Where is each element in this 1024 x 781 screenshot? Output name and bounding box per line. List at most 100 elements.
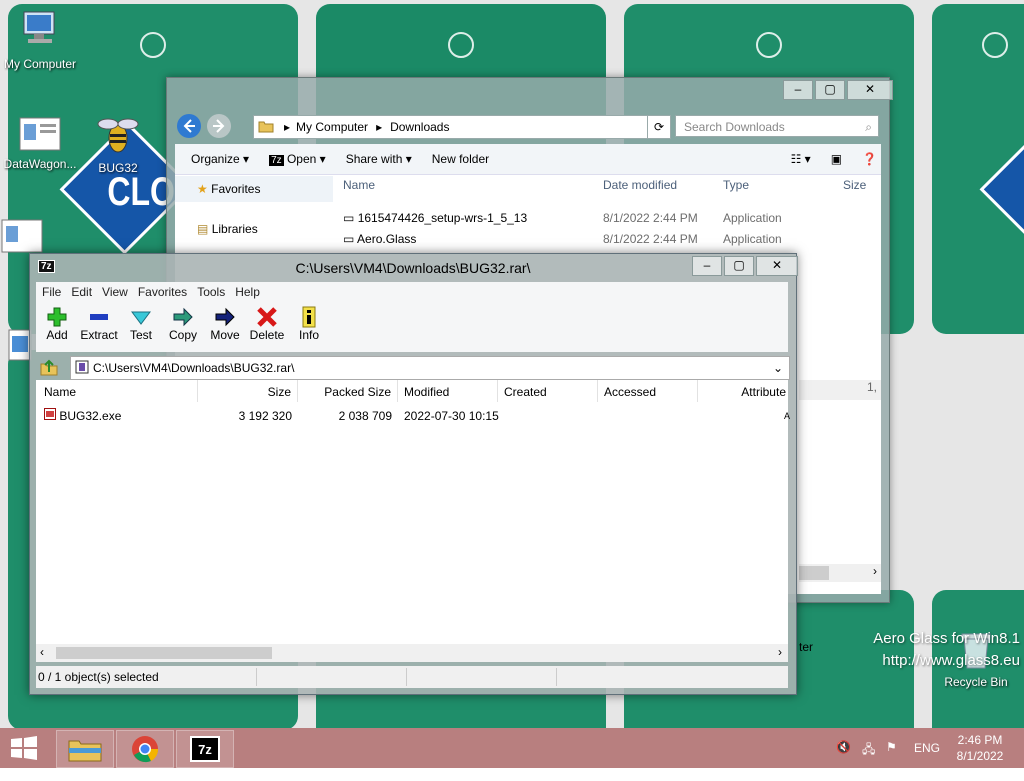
extract-button[interactable]: Extract <box>78 302 120 352</box>
taskbar-7zip[interactable]: 7z <box>176 730 234 768</box>
extract-icon <box>78 302 120 328</box>
title-bar[interactable]: 7z C:\Users\VM4\Downloads\BUG32.rar\ – ▢… <box>30 254 798 280</box>
menu-file[interactable]: File <box>42 285 61 299</box>
column-header-name[interactable]: Name <box>36 380 198 402</box>
7zip-icon: 7z <box>190 736 220 762</box>
executable-icon <box>44 408 59 423</box>
info-button[interactable]: Info <box>288 302 330 352</box>
menu-tools[interactable]: Tools <box>197 285 225 299</box>
menu-help[interactable]: Help <box>235 285 260 299</box>
horizontal-scrollbar[interactable]: ‹ › <box>36 644 788 662</box>
desktop-icon-datawagon[interactable]: DataWagon... <box>0 116 80 171</box>
chevron-right-icon[interactable]: › <box>778 645 782 659</box>
search-input[interactable]: Search Downloads ⌕ <box>675 115 879 137</box>
view-options-icon[interactable]: ☷ ▾ <box>791 152 811 166</box>
scroll-thumb[interactable] <box>56 647 272 659</box>
forward-button[interactable] <box>207 114 231 138</box>
chevron-down-icon[interactable]: ⌄ <box>773 361 783 375</box>
close-button[interactable]: ✕ <box>847 80 893 100</box>
folder-icon <box>258 119 274 136</box>
computer-icon <box>0 10 80 55</box>
delete-button[interactable]: Delete <box>246 302 288 352</box>
nav-item-libraries[interactable]: ▤ Libraries <box>175 216 333 242</box>
column-header-created[interactable]: Created <box>498 380 598 402</box>
explorer-hscroll[interactable]: › <box>799 564 881 582</box>
menu-edit[interactable]: Edit <box>71 285 92 299</box>
minimize-button[interactable]: – <box>692 256 722 276</box>
partial-row: 1, <box>799 380 881 400</box>
maximize-button[interactable]: ▢ <box>724 256 754 276</box>
copy-button[interactable]: Copy <box>162 302 204 352</box>
test-icon <box>120 302 162 328</box>
status-bar: 0 / 1 object(s) selected <box>36 666 788 688</box>
path-input[interactable]: C:\Users\VM4\Downloads\BUG32.rar\ ⌄ <box>70 356 790 380</box>
desktop-icon-bug32[interactable]: BUG32 <box>78 112 158 175</box>
address-bar[interactable]: ▸ My Computer ▸ Downloads ⌄ <box>253 115 669 139</box>
volume-muted-icon[interactable]: 🔇 <box>836 740 851 780</box>
start-button[interactable] <box>0 730 48 766</box>
taskbar-file-explorer[interactable] <box>56 730 114 768</box>
column-header-accessed[interactable]: Accessed <box>598 380 698 402</box>
file-row[interactable]: ▭ Aero.Glass 8/1/2022 2:44 PM Applicatio… <box>343 229 873 249</box>
test-button[interactable]: Test <box>120 302 162 352</box>
7zip-window[interactable]: 7z C:\Users\VM4\Downloads\BUG32.rar\ – ▢… <box>29 253 798 695</box>
table-row[interactable]: BUG32.exe 3 192 320 2 038 709 2022-07-30… <box>36 406 791 426</box>
share-with-button[interactable]: Share with ▾ <box>346 152 412 166</box>
column-header-modified[interactable]: Modified <box>398 380 498 402</box>
preview-pane-icon[interactable]: ▣ <box>831 152 842 166</box>
up-folder-button[interactable] <box>40 358 58 379</box>
taskbar-chrome[interactable] <box>116 730 174 768</box>
file-attributes: A <box>784 411 791 421</box>
column-header-date[interactable]: Date modified <box>603 178 723 200</box>
info-icon <box>288 302 330 328</box>
chrome-icon <box>132 736 159 763</box>
minimize-button[interactable]: – <box>783 80 813 100</box>
clock[interactable]: 2:46 PM 8/1/2022 <box>948 732 1012 772</box>
chevron-left-icon[interactable]: ‹ <box>40 645 44 659</box>
scroll-thumb[interactable] <box>799 566 829 580</box>
partial-status: ter <box>799 640 814 654</box>
wasp-icon <box>78 112 158 159</box>
column-header-name[interactable]: Name <box>343 178 603 200</box>
taskbar: 7z 🔇 🖧 ⚑ ENG 2:46 PM 8/1/2022 <box>0 728 1024 768</box>
window-controls: – ▢ ✕ <box>781 80 893 100</box>
folder-icon <box>68 740 102 762</box>
help-icon[interactable]: ❓ <box>862 152 877 166</box>
column-header-type[interactable]: Type <box>723 178 843 200</box>
desktop-icon-label: My Computer <box>3 57 77 71</box>
action-center-flag-icon[interactable]: ⚑ <box>886 740 897 780</box>
close-button[interactable]: ✕ <box>756 256 798 276</box>
menu-favorites[interactable]: Favorites <box>138 285 187 299</box>
column-header-size[interactable]: Size <box>198 380 298 402</box>
back-button[interactable] <box>177 114 201 138</box>
file-size: 3 192 320 <box>238 409 292 423</box>
desktop-icon-my-computer[interactable]: My Computer <box>0 10 80 71</box>
arrow-left-icon <box>183 119 195 133</box>
application-icon: ▭ <box>343 232 355 246</box>
column-header-attributes[interactable]: Attribute <box>698 380 788 402</box>
nav-item-favorites[interactable]: ★ Favorites <box>175 176 333 202</box>
breadcrumb-item[interactable]: My Computer <box>296 120 368 134</box>
organize-button[interactable]: Organize ▾ <box>191 152 249 166</box>
refresh-button[interactable]: ⟳ <box>647 115 671 139</box>
new-folder-button[interactable]: New folder <box>432 152 489 166</box>
window-controls: – ▢ ✕ <box>690 256 798 276</box>
open-button[interactable]: 7z Open ▾ <box>269 152 326 166</box>
network-icon[interactable]: 🖧 <box>862 740 875 780</box>
add-button[interactable]: Add <box>36 302 78 352</box>
maximize-button[interactable]: ▢ <box>815 80 845 100</box>
folder-up-icon <box>40 359 58 376</box>
toolbar: Add Extract Test Copy Move Delete Info <box>36 302 788 352</box>
move-button[interactable]: Move <box>204 302 246 352</box>
file-row[interactable]: ▭ 1615474426_setup-wrs-1_5_13 8/1/2022 2… <box>343 208 873 228</box>
column-header-size[interactable]: Size <box>843 178 873 200</box>
explorer-toolbar: Organize ▾ 7z Open ▾ Share with ▾ New fo… <box>175 144 881 175</box>
watermark-line: Aero Glass for Win8.1 <box>873 630 1020 647</box>
file-modified: 2022-07-30 10:15 <box>404 409 499 423</box>
menu-view[interactable]: View <box>102 285 128 299</box>
watermark-line: http://www.glass8.eu <box>882 652 1020 669</box>
breadcrumb-item[interactable]: Downloads <box>390 120 449 134</box>
chevron-right-icon[interactable]: › <box>873 564 877 578</box>
language-indicator[interactable]: ENG <box>914 741 940 781</box>
column-header-packed-size[interactable]: Packed Size <box>298 380 398 402</box>
